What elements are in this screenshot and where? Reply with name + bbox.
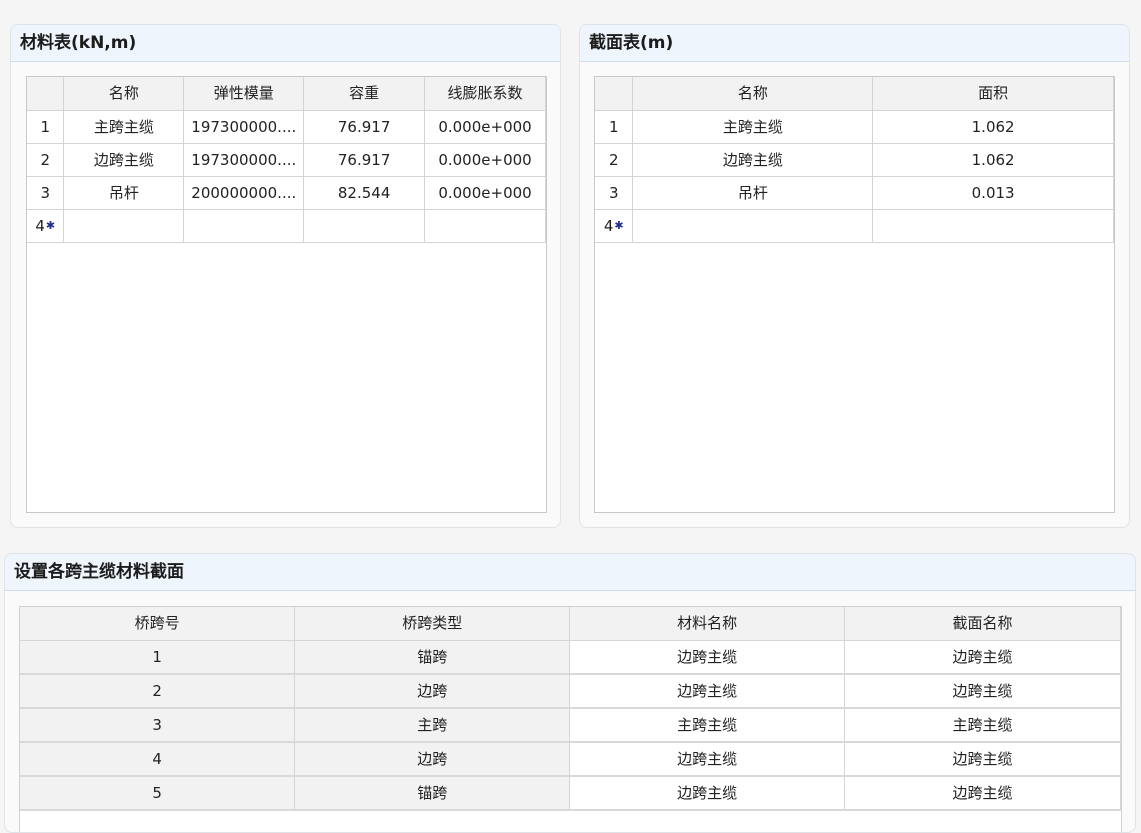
section-area-cell[interactable]: 1.062 (872, 143, 1114, 177)
material-weight-cell[interactable]: 76.917 (303, 110, 426, 144)
span-panel-title: 设置各跨主缆材料截面 (5, 554, 1135, 591)
new-row[interactable]: 4✱ (595, 209, 1114, 243)
span-panel: 设置各跨主缆材料截面 桥跨号 桥跨类型 材料名称 截面名称 1 锚跨 边跨主缆 … (4, 553, 1136, 833)
span-type-cell: 边跨 (294, 673, 571, 709)
span-section-cell[interactable]: 边跨主缆 (844, 673, 1121, 709)
table-row[interactable]: 3 吊杆 0.013 (595, 176, 1114, 210)
table-row[interactable]: 1 主跨主缆 1.062 (595, 110, 1114, 144)
section-name-cell[interactable]: 主跨主缆 (632, 110, 874, 144)
material-col-modulus[interactable]: 弹性模量 (183, 77, 305, 111)
table-row[interactable]: 2 边跨主缆 1.062 (595, 143, 1114, 177)
table-row[interactable]: 5 锚跨 边跨主缆 边跨主缆 (20, 775, 1121, 811)
span-col-type[interactable]: 桥跨类型 (294, 607, 571, 641)
span-col-material[interactable]: 材料名称 (569, 607, 846, 641)
section-corner-header[interactable] (595, 77, 634, 111)
new-row-index: 4 (603, 216, 614, 235)
material-modulus-cell[interactable]: 200000000.... (183, 176, 305, 210)
table-row[interactable]: 4 边跨 边跨主缆 边跨主缆 (20, 741, 1121, 777)
material-weight-cell[interactable]: 76.917 (303, 143, 426, 177)
table-row[interactable]: 1 主跨主缆 197300000.... 76.917 0.000e+000 (27, 110, 546, 144)
span-header-row: 桥跨号 桥跨类型 材料名称 截面名称 (20, 607, 1121, 641)
section-col-area[interactable]: 面积 (872, 77, 1114, 111)
section-panel-title: 截面表(m) (580, 25, 1129, 62)
material-expansion-cell[interactable] (424, 209, 546, 243)
row-header[interactable]: 2 (27, 143, 65, 177)
span-type-cell: 主跨 (294, 707, 571, 743)
span-section-cell[interactable]: 边跨主缆 (844, 741, 1121, 777)
span-section-cell[interactable]: 主跨主缆 (844, 707, 1121, 743)
material-grid: 名称 弹性模量 容重 线膨胀系数 1 主跨主缆 197300000.... 76… (26, 76, 547, 513)
table-row[interactable]: 2 边跨 边跨主缆 边跨主缆 (20, 673, 1121, 709)
material-modulus-cell[interactable]: 197300000.... (183, 110, 305, 144)
table-row[interactable]: 2 边跨主缆 197300000.... 76.917 0.000e+000 (27, 143, 546, 177)
section-area-cell[interactable] (872, 209, 1114, 243)
material-weight-cell[interactable] (303, 209, 426, 243)
row-header[interactable]: 1 (27, 110, 65, 144)
material-expansion-cell[interactable]: 0.000e+000 (424, 110, 546, 144)
new-row-header[interactable]: 4✱ (595, 209, 634, 243)
section-name-cell[interactable] (632, 209, 874, 243)
span-grid: 桥跨号 桥跨类型 材料名称 截面名称 1 锚跨 边跨主缆 边跨主缆 2 边跨 边… (19, 606, 1122, 832)
section-header-row: 名称 面积 (595, 77, 1114, 111)
row-header[interactable]: 3 (27, 176, 65, 210)
span-col-section[interactable]: 截面名称 (844, 607, 1121, 641)
new-row-index: 4 (35, 216, 45, 235)
span-material-cell[interactable]: 主跨主缆 (569, 707, 846, 743)
span-section-cell[interactable]: 边跨主缆 (844, 775, 1121, 811)
material-corner-header[interactable] (27, 77, 65, 111)
span-type-cell: 锚跨 (294, 640, 571, 675)
asterisk-icon: ✱ (614, 218, 624, 232)
span-number-cell: 3 (20, 707, 296, 743)
span-number-cell: 2 (20, 673, 296, 709)
span-material-cell[interactable]: 边跨主缆 (569, 741, 846, 777)
table-row[interactable]: 3 主跨 主跨主缆 主跨主缆 (20, 707, 1121, 743)
material-panel-title: 材料表(kN,m) (11, 25, 560, 62)
row-header[interactable]: 3 (595, 176, 634, 210)
row-header[interactable]: 2 (595, 143, 634, 177)
section-panel: 截面表(m) 名称 面积 1 主跨主缆 1.062 2 边跨主缆 1.062 3… (579, 24, 1130, 528)
section-name-cell[interactable]: 边跨主缆 (632, 143, 874, 177)
span-number-cell: 1 (20, 640, 296, 675)
span-material-cell[interactable]: 边跨主缆 (569, 673, 846, 709)
material-col-weight[interactable]: 容重 (303, 77, 426, 111)
table-row[interactable]: 1 锚跨 边跨主缆 边跨主缆 (20, 640, 1121, 675)
material-col-name[interactable]: 名称 (63, 77, 185, 111)
material-panel: 材料表(kN,m) 名称 弹性模量 容重 线膨胀系数 1 主跨主缆 197300… (10, 24, 561, 528)
material-expansion-cell[interactable]: 0.000e+000 (424, 143, 546, 177)
material-weight-cell[interactable]: 82.544 (303, 176, 426, 210)
span-type-cell: 锚跨 (294, 775, 571, 811)
material-header-row: 名称 弹性模量 容重 线膨胀系数 (27, 77, 546, 111)
new-row-header[interactable]: 4✱ (27, 209, 65, 243)
section-area-cell[interactable]: 1.062 (872, 110, 1114, 144)
table-row[interactable]: 3 吊杆 200000000.... 82.544 0.000e+000 (27, 176, 546, 210)
material-col-expansion[interactable]: 线膨胀系数 (424, 77, 546, 111)
span-type-cell: 边跨 (294, 741, 571, 777)
span-material-cell[interactable]: 边跨主缆 (569, 640, 846, 675)
material-expansion-cell[interactable]: 0.000e+000 (424, 176, 546, 210)
material-name-cell[interactable]: 主跨主缆 (63, 110, 185, 144)
material-name-cell[interactable]: 边跨主缆 (63, 143, 185, 177)
span-section-cell[interactable]: 边跨主缆 (844, 640, 1121, 675)
section-grid: 名称 面积 1 主跨主缆 1.062 2 边跨主缆 1.062 3 吊杆 0.0… (594, 76, 1115, 513)
span-material-cell[interactable]: 边跨主缆 (569, 775, 846, 811)
section-name-cell[interactable]: 吊杆 (632, 176, 874, 210)
section-col-name[interactable]: 名称 (632, 77, 874, 111)
asterisk-icon: ✱ (45, 218, 56, 232)
material-modulus-cell[interactable]: 197300000.... (183, 143, 305, 177)
section-area-cell[interactable]: 0.013 (872, 176, 1114, 210)
material-modulus-cell[interactable] (183, 209, 305, 243)
material-name-cell[interactable]: 吊杆 (63, 176, 185, 210)
material-name-cell[interactable] (63, 209, 185, 243)
span-col-number[interactable]: 桥跨号 (20, 607, 296, 641)
row-header[interactable]: 1 (595, 110, 634, 144)
span-number-cell: 5 (20, 775, 296, 811)
span-number-cell: 4 (20, 741, 296, 777)
new-row[interactable]: 4✱ (27, 209, 546, 243)
